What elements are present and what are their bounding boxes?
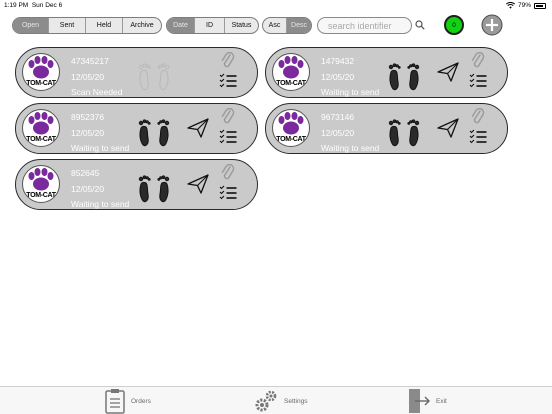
footprint-scan-icon[interactable] <box>386 117 422 147</box>
order-date: 12/05/20 <box>71 184 105 194</box>
search-icon[interactable] <box>415 20 425 30</box>
paw-logo-icon <box>28 56 54 79</box>
tab-archive[interactable]: Archive <box>123 18 161 33</box>
order-id: 8952376 <box>71 112 105 122</box>
gears-icon <box>255 390 277 412</box>
sort-by-id[interactable]: ID <box>195 18 225 33</box>
order-card[interactable]: TOM-CAT 1479432 12/05/20 Waiting to send <box>265 47 508 98</box>
search-input[interactable] <box>317 17 412 34</box>
order-card[interactable]: TOM-CAT 852645 12/05/20 Waiting to send <box>15 159 258 210</box>
tomcat-logo: TOM-CAT <box>272 109 310 147</box>
footprint-scan-icon[interactable] <box>136 61 172 91</box>
send-icon[interactable] <box>437 118 459 138</box>
order-status: Waiting to send <box>321 143 380 153</box>
footprint-scan-icon[interactable] <box>136 173 172 203</box>
checklist-icon[interactable] <box>469 73 487 89</box>
battery-icon <box>534 2 546 9</box>
order-card[interactable]: TOM-CAT 47345217 12/05/20 Scan Needed <box>15 47 258 98</box>
logo-brand-text: TOM-CAT <box>276 80 306 87</box>
paperclip-icon[interactable] <box>471 52 485 70</box>
tab-exit-label: Exit <box>436 397 447 405</box>
order-date: 12/05/20 <box>321 72 355 82</box>
status-bar: 1:19 PM Sun Dec 6 79% <box>0 0 552 12</box>
order-status: Waiting to send <box>71 199 130 209</box>
tab-sent[interactable]: Sent <box>49 18 86 33</box>
order-status: Waiting to send <box>321 87 380 97</box>
checklist-icon[interactable] <box>219 129 237 145</box>
sort-ascending[interactable]: Asc <box>263 18 287 33</box>
battery-percent: 79% <box>517 2 531 9</box>
paperclip-icon[interactable] <box>471 108 485 126</box>
tab-settings-label: Settings <box>284 397 308 405</box>
send-icon[interactable] <box>187 118 209 138</box>
tomcat-logo: TOM-CAT <box>22 165 60 203</box>
order-card[interactable]: TOM-CAT 9673146 12/05/20 Waiting to send <box>265 103 508 154</box>
tomcat-logo: TOM-CAT <box>272 53 310 91</box>
sort-descending[interactable]: Desc <box>287 18 311 33</box>
tomcat-logo: TOM-CAT <box>22 109 60 147</box>
order-card[interactable]: TOM-CAT 8952376 12/05/20 Waiting to send <box>15 103 258 154</box>
sort-field-segment: Date ID Status <box>166 17 259 34</box>
paperclip-icon[interactable] <box>221 164 235 182</box>
status-time: 1:19 PM Sun Dec 6 <box>4 2 62 9</box>
logo-brand-text: TOM-CAT <box>26 136 56 143</box>
paw-logo-icon <box>28 112 54 135</box>
clipboard-icon <box>105 389 125 414</box>
footprint-scan-icon[interactable] <box>386 61 422 91</box>
order-id: 9673146 <box>321 112 355 122</box>
paw-logo-icon <box>28 168 54 191</box>
checklist-icon[interactable] <box>469 129 487 145</box>
tab-held[interactable]: Held <box>86 18 123 33</box>
status-date: Sun Dec 6 <box>31 2 63 9</box>
tab-settings[interactable]: Settings <box>253 387 308 414</box>
send-icon[interactable] <box>187 174 209 194</box>
logo-brand-text: TOM-CAT <box>276 136 306 143</box>
order-id: 852645 <box>71 168 100 178</box>
sort-by-status[interactable]: Status <box>225 18 258 33</box>
order-id: 47345217 <box>71 56 109 66</box>
checklist-icon[interactable] <box>219 185 237 201</box>
tomcat-logo: TOM-CAT <box>22 53 60 91</box>
sort-order-segment: Asc Desc <box>262 17 312 34</box>
exit-icon <box>409 389 430 413</box>
add-order-button[interactable] <box>481 14 503 36</box>
wifi-icon <box>505 2 515 9</box>
sort-by-date[interactable]: Date <box>167 18 195 33</box>
logo-brand-text: TOM-CAT <box>26 192 56 199</box>
tab-orders[interactable]: Orders <box>104 387 151 414</box>
filter-toolbar: Open Sent Held Archive Date ID Status As… <box>0 14 552 38</box>
checklist-icon[interactable] <box>219 73 237 89</box>
tab-exit[interactable]: Exit <box>407 387 447 414</box>
order-status: Waiting to send <box>71 143 130 153</box>
paperclip-icon[interactable] <box>221 108 235 126</box>
status-indicators: 79% <box>505 2 546 9</box>
status-clock: 1:19 PM <box>4 2 29 9</box>
tab-open[interactable]: Open <box>13 18 49 33</box>
footprint-scan-icon[interactable] <box>136 117 172 147</box>
bottom-tab-bar: Orders Settings Exit <box>0 386 552 414</box>
tab-orders-label: Orders <box>131 397 151 405</box>
order-date: 12/05/20 <box>71 72 105 82</box>
order-date: 12/05/20 <box>321 128 355 138</box>
paw-logo-icon <box>278 112 304 135</box>
logo-brand-text: TOM-CAT <box>26 80 56 87</box>
send-icon[interactable] <box>437 62 459 82</box>
paw-logo-icon <box>278 56 304 79</box>
order-status: Scan Needed <box>71 87 123 97</box>
order-id: 1479432 <box>321 56 355 66</box>
state-filter-segment: Open Sent Held Archive <box>12 17 162 34</box>
order-date: 12/05/20 <box>71 128 105 138</box>
order-count-badge: 0 <box>444 15 464 35</box>
paperclip-icon[interactable] <box>221 52 235 70</box>
